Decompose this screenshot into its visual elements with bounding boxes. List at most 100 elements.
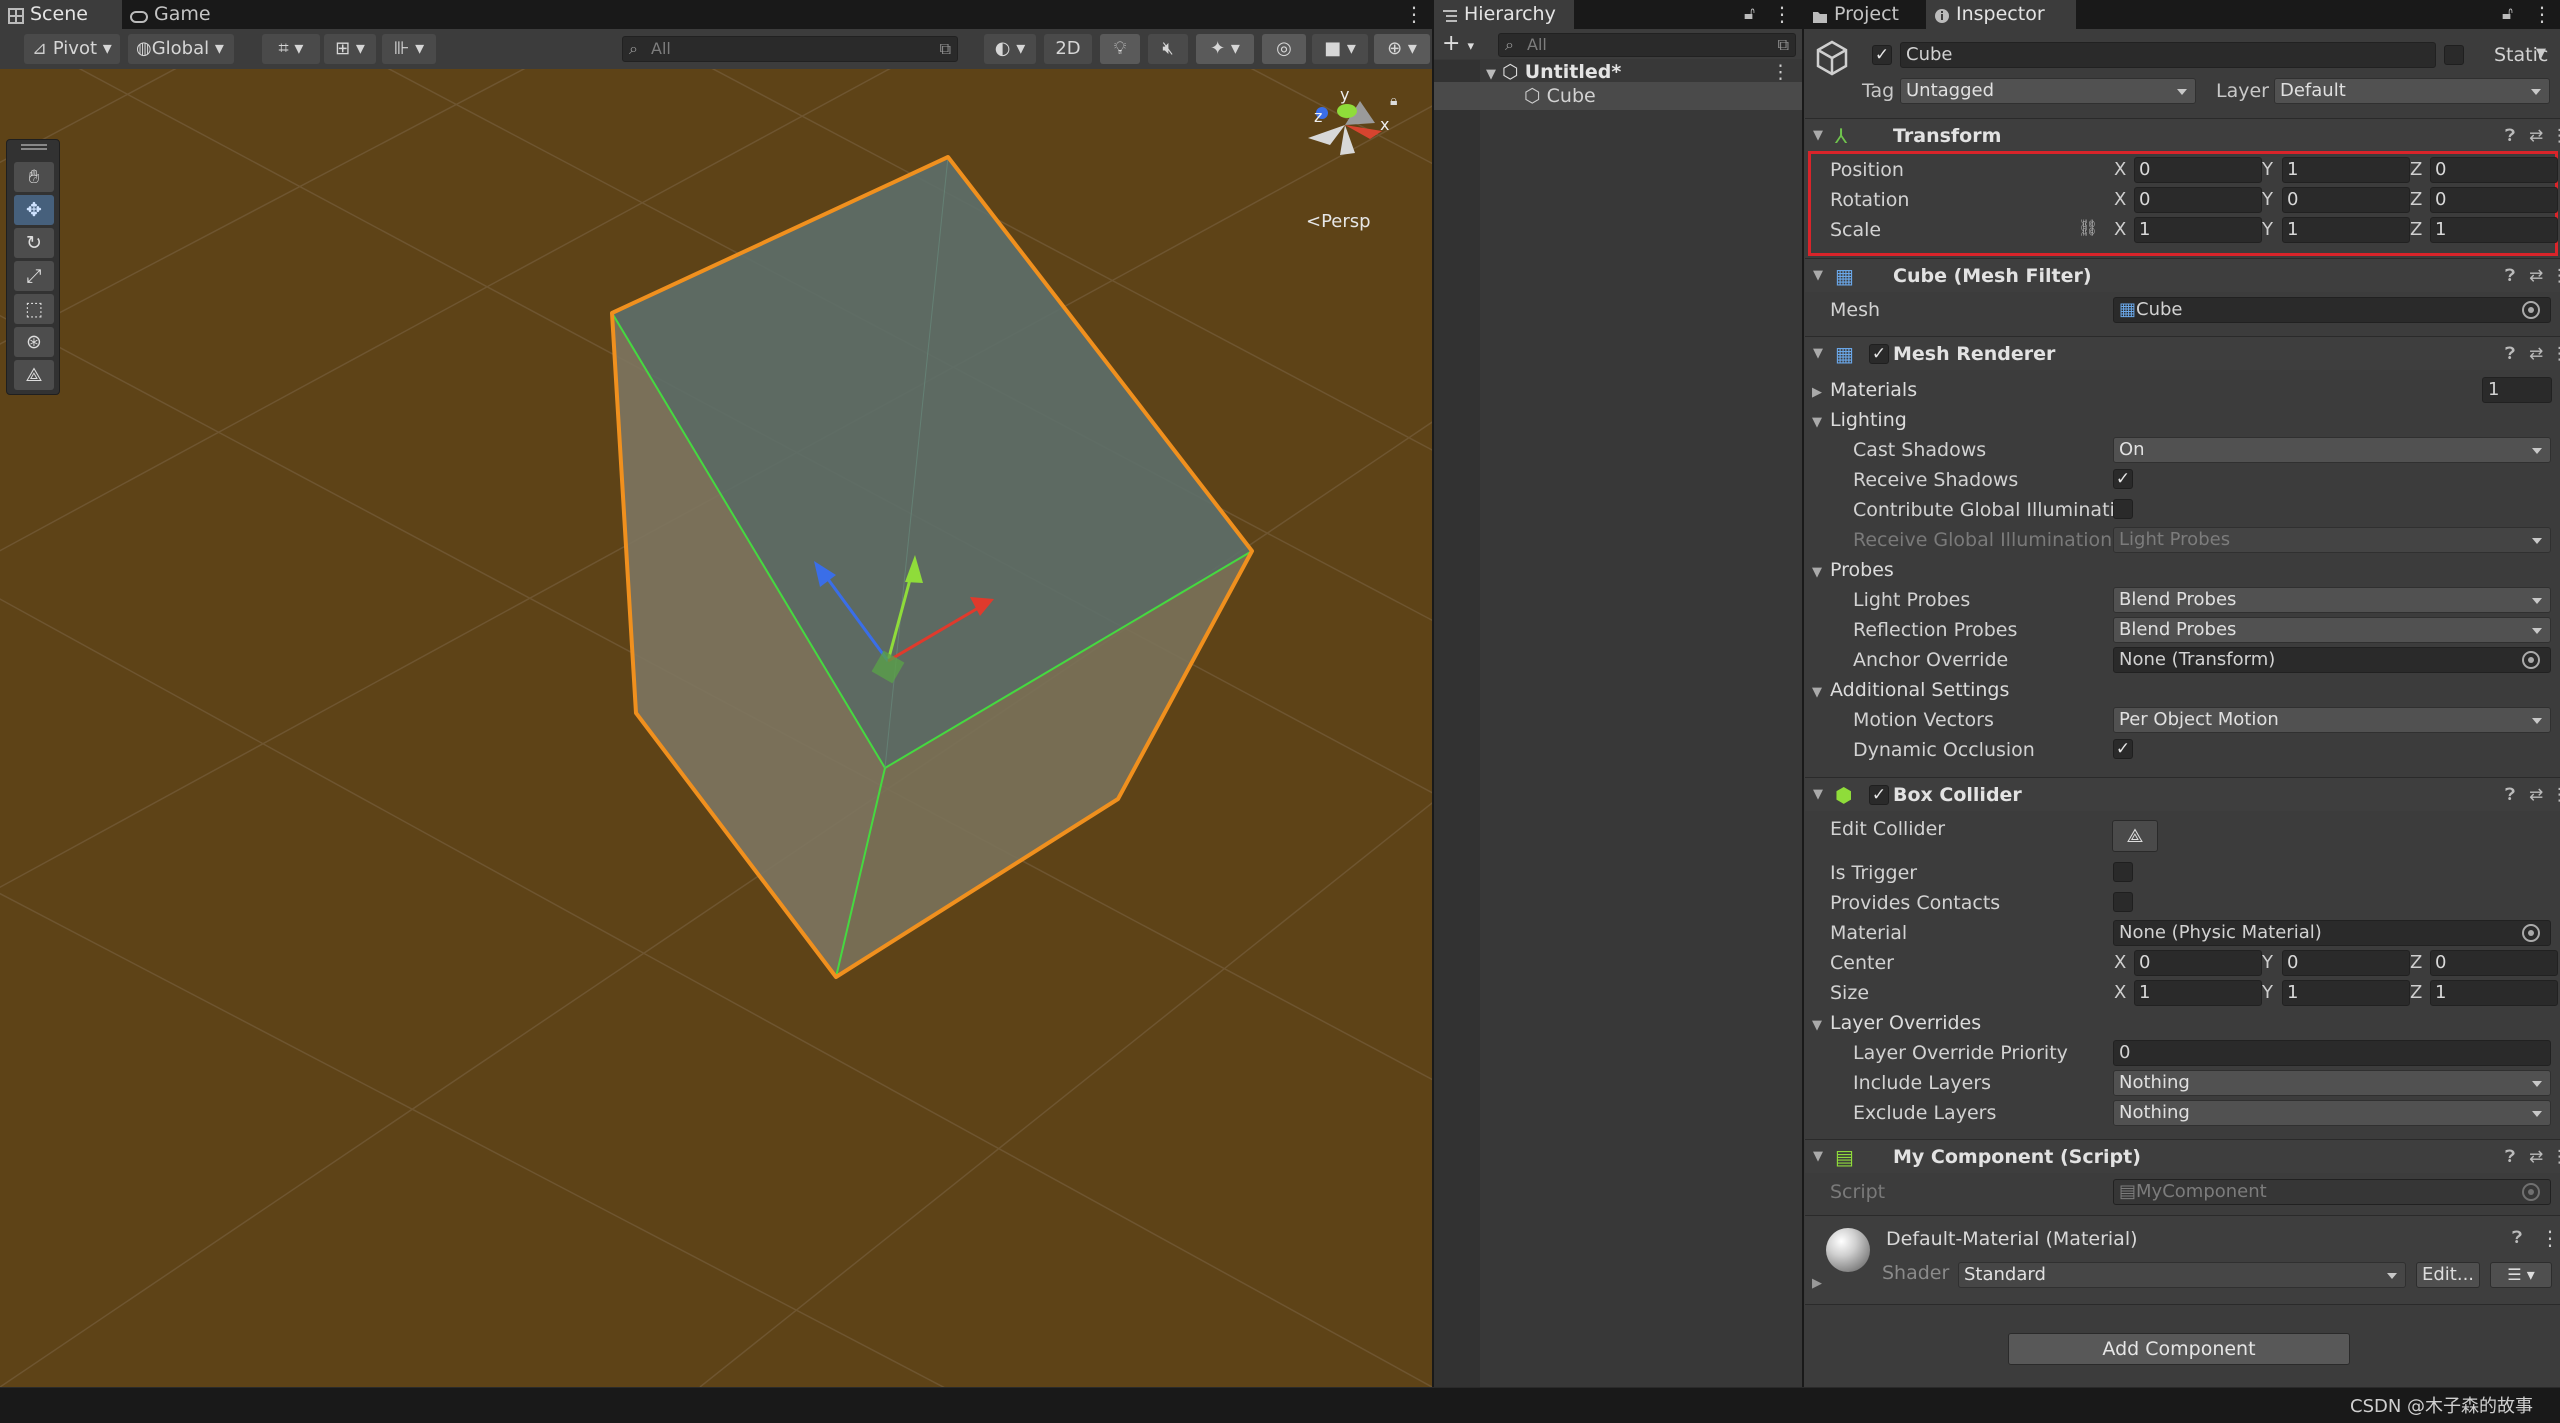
size-z[interactable]: Z1 (2410, 980, 2560, 1006)
constrain-proportions-icon[interactable]: ⛓︎ (2078, 218, 2098, 237)
object-name-input[interactable]: Cube (1900, 42, 2436, 68)
presets-icon[interactable]: ⇄ (2529, 119, 2543, 153)
layer-override-priority-input[interactable]: 0 (2113, 1040, 2551, 1066)
hierarchy-item-cube[interactable]: ⬡ Cube (1434, 82, 1802, 110)
move-tool[interactable]: ✥ (14, 195, 54, 225)
presets-icon[interactable]: ⇄ (2529, 1140, 2543, 1174)
object-picker-icon[interactable] (2522, 924, 2540, 942)
materials-foldout[interactable]: ▶ Materials (1812, 375, 1917, 405)
shader-options-button[interactable]: ☰ ▾ (2490, 1262, 2552, 1288)
transform-header[interactable]: ▼ ⅄ Transform ❓︎ ⇄ ⋮ (1805, 118, 2560, 152)
is-trigger-checkbox[interactable] (2113, 862, 2133, 882)
include-layers-dropdown[interactable]: Nothing (2113, 1070, 2551, 1096)
camera-button[interactable]: ■ ▾ (1312, 34, 1368, 64)
help-icon[interactable]: ❓︎ (2505, 778, 2515, 812)
inspector-lock-icon[interactable]: 🔓︎ (2502, 2, 2522, 26)
component-menu-icon[interactable]: ⋮ (2551, 337, 2560, 371)
additional-settings-foldout[interactable]: ▼ Additional Settings (1812, 675, 2009, 705)
tab-hierarchy[interactable]: Hierarchy (1434, 0, 1574, 29)
scale-z[interactable]: Z1 (2410, 217, 2560, 243)
box-collider-enabled-checkbox[interactable]: ✓ (1869, 785, 1889, 805)
size-y[interactable]: Y1 (2262, 980, 2412, 1006)
lighting-toggle[interactable]: 💡︎ (1100, 34, 1140, 64)
component-menu-icon[interactable]: ⋮ (2551, 1140, 2560, 1174)
hierarchy-filter-icon[interactable]: ⧉ (1778, 34, 1789, 56)
hierarchy-add-button[interactable]: + ▾ (1442, 30, 1474, 61)
grid-snap-button[interactable]: ⌗ ▾ (262, 34, 320, 64)
rotation-x[interactable]: X0 (2114, 187, 2264, 213)
increment-snap-button[interactable]: ⊪ ▾ (382, 34, 436, 64)
layer-overrides-foldout[interactable]: ▼ Layer Overrides (1812, 1008, 1981, 1038)
help-icon[interactable]: ❓︎ (2505, 119, 2515, 153)
pivot-button[interactable]: ⊿ Pivot ▾ (24, 34, 120, 64)
shader-dropdown[interactable]: Standard (1958, 1262, 2406, 1288)
gizmo-lock-icon[interactable]: 🔒︎ (1390, 93, 1397, 109)
exclude-layers-dropdown[interactable]: Nothing (2113, 1100, 2551, 1126)
object-picker-icon[interactable] (2522, 651, 2540, 669)
hidden-objects-toggle[interactable]: ◎ (1262, 34, 1306, 64)
scale-y[interactable]: Y1 (2262, 217, 2412, 243)
contribute-gi-checkbox[interactable] (2113, 499, 2133, 519)
component-menu-icon[interactable]: ⋮ (2551, 259, 2560, 293)
shader-edit-button[interactable]: Edit... (2416, 1262, 2480, 1288)
gizmos-button[interactable]: ⊕ ▾ (1374, 34, 1430, 64)
collider-material-field[interactable]: None (Physic Material) (2113, 920, 2551, 946)
scale-x[interactable]: X1 (2114, 217, 2264, 243)
box-collider-header[interactable]: ▼ ⬢ ✓ Box Collider ❓︎ ⇄ ⋮ (1805, 777, 2560, 811)
search-filter-icon[interactable]: ⧉ (940, 37, 951, 61)
static-dropdown-icon[interactable]: ▼ (2536, 46, 2546, 61)
tab-project[interactable]: Project (1804, 0, 1924, 29)
hierarchy-lock-icon[interactable]: 🔓︎ (1744, 2, 1764, 26)
center-x[interactable]: X0 (2114, 950, 2264, 976)
size-x[interactable]: X1 (2114, 980, 2264, 1006)
audio-toggle[interactable]: 🔇︎ (1148, 34, 1188, 64)
cast-shadows-dropdown[interactable]: On (2113, 437, 2551, 463)
rotation-z[interactable]: Z0 (2410, 187, 2560, 213)
motion-vectors-dropdown[interactable]: Per Object Motion (2113, 707, 2551, 733)
material-expand-icon[interactable]: ▶ (1812, 1276, 1822, 1291)
palette-handle[interactable] (21, 144, 47, 150)
layer-dropdown[interactable]: Default (2274, 78, 2550, 104)
transform-tool[interactable]: ⊛ (14, 327, 54, 357)
reflection-probes-dropdown[interactable]: Blend Probes (2113, 617, 2551, 643)
mesh-renderer-header[interactable]: ▼ ▦ ✓ Mesh Renderer ❓︎ ⇄ ⋮ (1805, 336, 2560, 370)
position-z[interactable]: Z0 (2410, 157, 2560, 183)
receive-shadows-checkbox[interactable]: ✓ (2113, 469, 2133, 489)
presets-icon[interactable]: ⇄ (2529, 778, 2543, 812)
lighting-foldout[interactable]: ▼ Lighting (1812, 405, 1907, 435)
center-z[interactable]: Z0 (2410, 950, 2560, 976)
position-y[interactable]: Y1 (2262, 157, 2412, 183)
hierarchy-menu-icon[interactable]: ⋮ (1772, 2, 1792, 26)
materials-count-input[interactable]: 1 (2482, 377, 2552, 403)
rotate-tool[interactable]: ↻ (14, 228, 54, 258)
mesh-renderer-enabled-checkbox[interactable]: ✓ (1869, 344, 1889, 364)
scene-viewport[interactable]: y z x 🔒︎ <Persp ✋︎ ✥ ↻ ⤢ ⬚ ⊛ ⟁ (0, 69, 1432, 1387)
help-icon[interactable]: ❓︎ (2505, 337, 2515, 371)
add-component-button[interactable]: Add Component (2008, 1333, 2350, 1365)
component-menu-icon[interactable]: ⋮ (2551, 119, 2560, 153)
mesh-field[interactable]: ▦Cube (2113, 297, 2551, 323)
anchor-override-field[interactable]: None (Transform) (2113, 647, 2551, 673)
global-button[interactable]: ◍Global ▾ (128, 34, 234, 64)
scale-tool[interactable]: ⤢ (14, 261, 54, 291)
tag-dropdown[interactable]: Untagged (1900, 78, 2196, 104)
help-icon[interactable]: ❓︎ (2505, 1140, 2515, 1174)
tab-inspector[interactable]: Inspector (1926, 0, 2076, 29)
inspector-menu-icon[interactable]: ⋮ (2532, 2, 2552, 26)
shading-mode-button[interactable]: ◐ ▾ (984, 34, 1036, 64)
edit-collider-button[interactable]: ⟁ (2112, 820, 2158, 852)
presets-icon[interactable]: ⇄ (2529, 337, 2543, 371)
2d-toggle[interactable]: 2D (1044, 34, 1092, 64)
static-checkbox[interactable] (2444, 45, 2464, 65)
dynamic-occlusion-checkbox[interactable]: ✓ (2113, 739, 2133, 759)
provides-contacts-checkbox[interactable] (2113, 892, 2133, 912)
center-y[interactable]: Y0 (2262, 950, 2412, 976)
probes-foldout[interactable]: ▼ Probes (1812, 555, 1894, 585)
my-component-header[interactable]: ▼ ▤ My Component (Script) ❓︎ ⇄ ⋮ (1805, 1139, 2560, 1173)
help-icon[interactable]: ❓︎ (2505, 259, 2515, 293)
mesh-filter-header[interactable]: ▼ ▦ Cube (Mesh Filter) ❓︎ ⇄ ⋮ (1805, 258, 2560, 292)
scene-tab-menu-icon[interactable]: ⋮ (1404, 2, 1424, 26)
hand-tool[interactable]: ✋︎ (14, 162, 54, 192)
rect-tool[interactable]: ⬚ (14, 294, 54, 324)
tab-game[interactable]: Game (122, 0, 222, 29)
